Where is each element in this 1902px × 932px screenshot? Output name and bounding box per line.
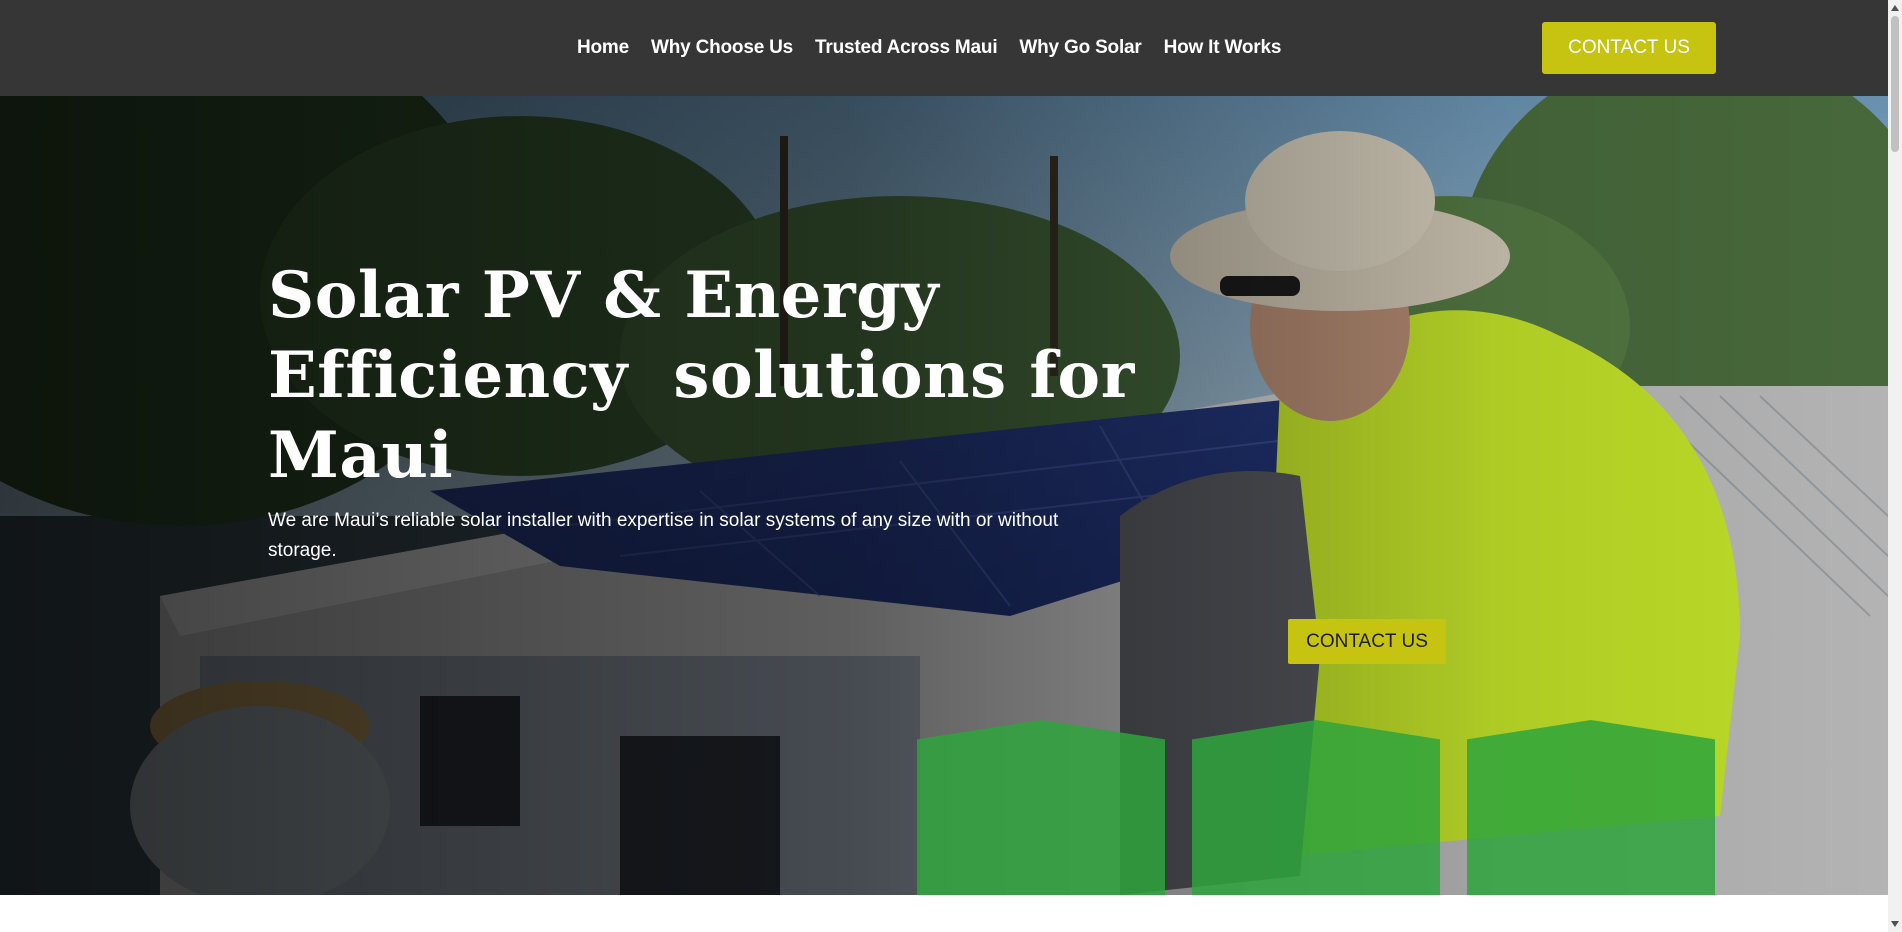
nav-link-why-choose-us[interactable]: Why Choose Us <box>651 37 793 59</box>
hero-title-line-3: Maui <box>268 418 454 493</box>
next-section <box>0 895 1888 932</box>
chevron-down-icon[interactable] <box>1891 919 1899 929</box>
hero-title-line-2: Efficiency solutions for <box>268 338 1135 413</box>
hero-title: Solar PV & Energy Efficiency solutions f… <box>268 256 1134 496</box>
page-scrollbar[interactable] <box>1888 0 1902 932</box>
feature-panel-3 <box>1467 720 1715 895</box>
nav-contact-button[interactable]: CONTACT US <box>1542 22 1716 74</box>
nav-link-how-it-works[interactable]: How It Works <box>1164 37 1282 59</box>
chevron-up-icon[interactable] <box>1891 3 1899 13</box>
hero-section: Solar PV & Energy Efficiency solutions f… <box>0 96 1888 895</box>
top-navbar: Home Why Choose Us Trusted Across Maui W… <box>0 0 1888 96</box>
feature-panel-2 <box>1192 720 1440 895</box>
nav-link-home[interactable]: Home <box>577 37 629 59</box>
hero-title-line-1: Solar PV & Energy <box>268 258 939 333</box>
hero-subtitle: We are Maui’s reliable solar installer w… <box>268 510 1059 561</box>
main-nav: Home Why Choose Us Trusted Across Maui W… <box>577 36 1281 60</box>
nav-link-why-go-solar[interactable]: Why Go Solar <box>1019 37 1141 59</box>
nav-link-trusted-across-maui[interactable]: Trusted Across Maui <box>815 37 998 59</box>
feature-panel-1 <box>917 720 1165 895</box>
scrollbar-thumb[interactable] <box>1891 16 1899 152</box>
hero-contact-button[interactable]: CONTACT US <box>1288 619 1446 664</box>
